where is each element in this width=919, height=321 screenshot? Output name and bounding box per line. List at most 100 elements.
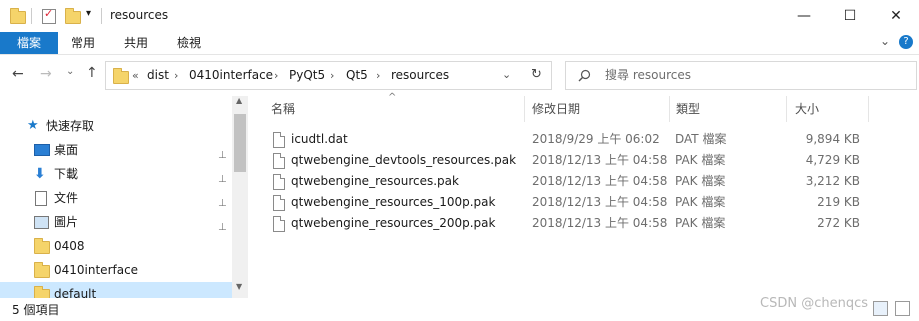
recent-locations-button[interactable]: ⌄ [66,66,74,77]
ribbon-expand-icon[interactable]: ⌄ [880,34,890,48]
search-placeholder: 搜尋 resources [605,68,691,82]
breadcrumb-0410interface[interactable]: 0410interface [189,62,273,89]
breadcrumb-separator[interactable]: › [330,62,334,89]
sidebar-item-label: default [54,287,97,298]
file-size: 3,212 KB [805,174,860,188]
file-size: 4,729 KB [805,153,860,167]
sidebar-item-label: 圖片 [54,215,79,229]
tab-file[interactable]: 檔案 [0,32,58,54]
back-button[interactable]: ← [12,66,24,82]
watermark: CSDN @chenqcs [760,296,868,311]
refresh-icon: ↻ [531,67,542,82]
download-icon: ⬇ [34,166,46,182]
file-name: qtwebengine_resources.pak [291,174,459,188]
close-button[interactable]: ✕ [873,0,919,32]
breadcrumb-pyqt5[interactable]: PyQt5 [289,62,325,89]
column-header-size[interactable]: 大小 [795,96,819,122]
file-row[interactable]: qtwebengine_devtools_resources.pak 2018/… [270,150,870,171]
column-divider[interactable] [868,96,869,122]
sidebar-item-default[interactable]: default [0,282,232,298]
sidebar-item-label: 文件 [54,191,79,205]
star-icon: ★ [27,118,39,133]
column-divider[interactable] [669,96,670,122]
address-bar[interactable]: « dist › 0410interface › PyQt5 › Qt5 › r… [105,61,525,90]
breadcrumb-qt5[interactable]: Qt5 [346,62,368,89]
sidebar-item-pictures[interactable]: 圖片 ⊥ [0,210,232,234]
tab-home[interactable]: 常用 [62,32,104,54]
breadcrumb-overflow[interactable]: « [132,62,139,89]
sidebar-item-desktop[interactable]: 桌面 ⊥ [0,138,232,162]
column-header-type[interactable]: 類型 [676,96,700,122]
window-title: resources [110,8,169,22]
file-date: 2018/9/29 上午 06:02 [532,132,660,146]
file-name: qtwebengine_devtools_resources.pak [291,153,517,167]
file-icon [273,195,285,211]
details-view-icon[interactable] [873,301,888,316]
breadcrumb-separator[interactable]: › [174,62,178,89]
column-divider[interactable] [786,96,787,122]
sidebar-item-downloads[interactable]: ⬇ 下載 ⊥ [0,162,232,186]
file-row[interactable]: qtwebengine_resources_100p.pak 2018/12/1… [270,192,870,213]
sidebar-item-label: 0410interface [54,263,139,277]
refresh-button[interactable]: ↻ [523,61,552,90]
scroll-up-icon[interactable]: ▲ [236,96,242,105]
file-name: qtwebengine_resources_200p.pak [291,216,496,230]
file-type: DAT 檔案 [675,132,727,146]
sidebar-item-label: 桌面 [54,143,79,157]
file-name: icudtl.dat [291,132,348,146]
search-box[interactable]: 搜尋 resources [565,61,917,90]
file-size: 9,894 KB [805,132,860,146]
maximize-button[interactable]: ☐ [827,0,873,32]
file-icon [273,174,285,190]
file-date: 2018/12/13 上午 04:58 [532,153,668,167]
file-row[interactable]: qtwebengine_resources_200p.pak 2018/12/1… [270,213,870,234]
sidebar-item-0410interface[interactable]: 0410interface [0,258,232,282]
help-icon[interactable]: ? [899,35,913,49]
file-icon [273,153,285,169]
file-size: 272 KB [817,216,860,230]
file-row[interactable]: qtwebengine_resources.pak 2018/12/13 上午 … [270,171,870,192]
large-icons-view-icon[interactable] [895,301,910,316]
tab-share[interactable]: 共用 [115,32,157,54]
sidebar-quick-access[interactable]: ★ 快速存取 [0,114,232,138]
folder-icon [34,262,50,278]
sidebar-item-documents[interactable]: 文件 ⊥ [0,186,232,210]
column-header-name[interactable]: 名稱 [271,96,295,122]
new-folder-icon[interactable] [65,8,81,24]
sidebar-item-label: 下載 [54,167,79,181]
scroll-down-icon[interactable]: ▼ [236,282,242,291]
title-bar: ✓ ▾ resources — ☐ ✕ [0,0,919,32]
address-dropdown-icon[interactable]: ⌄ [502,68,511,81]
properties-icon[interactable]: ✓ [42,7,56,24]
customize-qat-icon[interactable]: ▾ [86,8,91,19]
sidebar-item-label: 快速存取 [46,119,95,133]
scrollbar-thumb[interactable] [234,114,246,172]
breadcrumb-separator[interactable]: › [274,62,278,89]
column-divider[interactable] [524,96,525,122]
file-type: PAK 檔案 [675,174,726,188]
tab-view[interactable]: 檢視 [168,32,210,54]
minimize-button[interactable]: — [781,0,827,32]
ribbon: 檔案 常用 共用 檢視 ⌄ ? [0,32,919,55]
file-date: 2018/12/13 上午 04:58 [532,195,668,209]
folder-icon [34,286,50,298]
folder-icon [34,238,50,254]
navigation-bar: ← → ⌄ ↑ « dist › 0410interface › PyQt5 ›… [0,55,919,95]
breadcrumb-separator[interactable]: › [376,62,380,89]
file-name: qtwebengine_resources_100p.pak [291,195,496,209]
sidebar-item-0408[interactable]: 0408 [0,234,232,258]
breadcrumb-resources[interactable]: resources [391,62,449,89]
column-header-date[interactable]: 修改日期 [532,96,580,122]
breadcrumb-dist[interactable]: dist [147,62,169,89]
file-type: PAK 檔案 [675,153,726,167]
divider [101,8,102,24]
file-row[interactable]: icudtl.dat 2018/9/29 上午 06:02 DAT 檔案 9,8… [270,129,870,150]
up-button[interactable]: ↑ [86,65,98,81]
picture-icon [34,216,49,229]
forward-button[interactable]: → [40,66,52,82]
sidebar-scrollbar[interactable]: ▲ ▼ [232,96,248,298]
file-icon [273,216,285,232]
file-type: PAK 檔案 [675,216,726,230]
file-date: 2018/12/13 上午 04:58 [532,216,668,230]
file-type: PAK 檔案 [675,195,726,209]
